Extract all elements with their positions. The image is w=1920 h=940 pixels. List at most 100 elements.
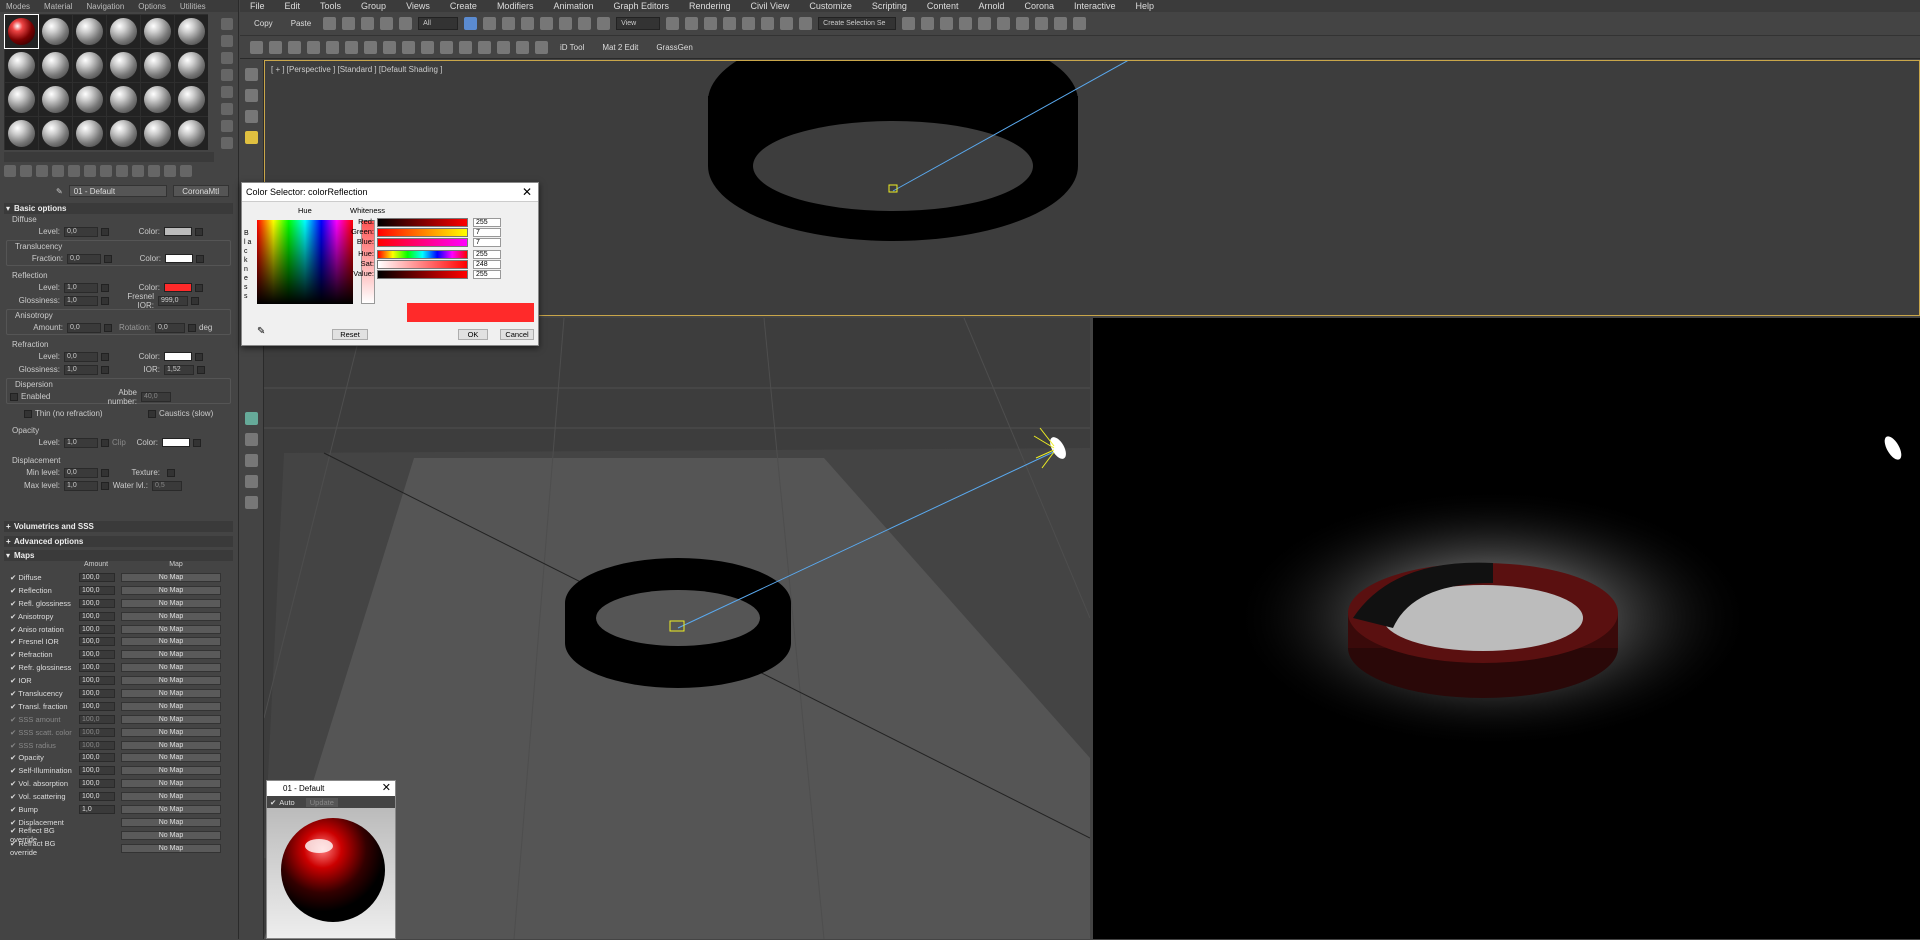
channel-slider[interactable] — [377, 238, 468, 247]
material-slot[interactable] — [175, 83, 208, 116]
paste-button[interactable]: Paste — [285, 19, 317, 28]
map-enabled-check[interactable]: ✔ — [10, 728, 16, 737]
material-slot[interactable] — [73, 49, 106, 82]
material-name-field[interactable]: 01 - Default — [68, 185, 167, 197]
map-enabled-check[interactable]: ✔ — [10, 625, 16, 634]
map-slot-button[interactable]: No Map — [121, 572, 221, 582]
water-level[interactable]: 0,5 — [152, 480, 182, 491]
map-amount[interactable]: 100,0 — [79, 585, 115, 595]
map-enabled-check[interactable]: ✔ — [10, 826, 16, 835]
map-slot-button[interactable]: No Map — [121, 779, 221, 789]
map-enabled-check[interactable]: ✔ — [10, 839, 16, 848]
menu-options[interactable]: Options — [138, 2, 166, 11]
advanced-options-header[interactable]: Advanced options — [4, 536, 233, 547]
map-enabled-check[interactable]: ✔ — [10, 586, 16, 595]
selection-filter-dropdown[interactable]: All — [418, 17, 459, 30]
material-slot[interactable] — [175, 49, 208, 82]
rendered-frame-icon[interactable] — [1054, 17, 1068, 30]
menu-group[interactable]: Group — [361, 1, 386, 11]
close-icon[interactable]: ✕ — [382, 781, 391, 794]
camera-icon[interactable] — [326, 41, 339, 54]
map-enabled-check[interactable]: ✔ — [10, 766, 16, 775]
map-slot-button[interactable]: No Map — [121, 792, 221, 802]
material-slot[interactable] — [73, 15, 106, 48]
map-amount[interactable]: 100,0 — [79, 714, 115, 724]
auto-checkbox[interactable]: ✔ — [270, 798, 276, 807]
channel-value[interactable]: 255 — [473, 250, 501, 259]
window-crossing-icon[interactable] — [521, 17, 535, 30]
put-to-scene-icon[interactable] — [20, 165, 32, 177]
material-slot[interactable] — [107, 83, 140, 116]
preview-icon[interactable] — [221, 103, 233, 115]
opacity-level[interactable]: 1,0 — [64, 437, 98, 448]
uv-tiling-icon[interactable] — [221, 69, 233, 81]
channel-slider[interactable] — [377, 270, 468, 279]
go-to-parent-icon[interactable] — [164, 165, 176, 177]
menu-arnold[interactable]: Arnold — [978, 1, 1004, 11]
dispersion-enabled-checkbox[interactable] — [10, 392, 18, 401]
map-amount[interactable]: 100,0 — [79, 663, 115, 673]
menu-utilities[interactable]: Utilities — [180, 2, 206, 11]
rect-selection-icon[interactable] — [502, 17, 516, 30]
curve-editor-icon[interactable] — [978, 17, 992, 30]
proxy-icon[interactable] — [345, 41, 358, 54]
vt-light-icon[interactable] — [245, 131, 258, 144]
map-amount[interactable]: 100,0 — [79, 624, 115, 634]
background-icon[interactable] — [221, 52, 233, 64]
ok-button[interactable]: OK — [458, 329, 488, 340]
material-slot[interactable] — [107, 15, 140, 48]
move-icon[interactable] — [540, 17, 554, 30]
map-amount[interactable]: 100,0 — [79, 727, 115, 737]
thin-checkbox[interactable] — [24, 409, 32, 418]
map-amount[interactable]: 100,0 — [79, 611, 115, 621]
channel-slider[interactable] — [377, 218, 468, 227]
material-slot[interactable] — [141, 117, 174, 150]
map-slot-button[interactable]: No Map — [121, 843, 221, 853]
map-slot-button[interactable]: No Map — [121, 753, 221, 763]
make-unique-icon[interactable] — [84, 165, 96, 177]
map-amount[interactable]: 100,0 — [79, 676, 115, 686]
map-amount[interactable]: 100,0 — [79, 792, 115, 802]
redo-icon[interactable] — [342, 17, 356, 30]
refraction-ior[interactable]: 1,52 — [164, 364, 194, 375]
menu-file[interactable]: File — [250, 1, 265, 11]
map-slot-button[interactable]: No Map — [121, 598, 221, 608]
translucency-fraction[interactable]: 0,0 — [67, 253, 101, 264]
menu-help[interactable]: Help — [1136, 1, 1155, 11]
map-slot-button[interactable]: No Map — [121, 637, 221, 647]
menu-navigation[interactable]: Navigation — [86, 2, 124, 11]
basic-options-header[interactable]: Basic options — [4, 203, 233, 214]
bind-space-warp-icon[interactable] — [399, 17, 413, 30]
plane-icon[interactable] — [402, 41, 415, 54]
image-icon[interactable] — [269, 41, 282, 54]
menu-edit[interactable]: Edit — [285, 1, 301, 11]
material-editor-icon[interactable] — [1016, 17, 1030, 30]
map-slot-button[interactable]: No Map — [121, 650, 221, 660]
scale-icon[interactable] — [578, 17, 592, 30]
material-slot[interactable] — [39, 83, 72, 116]
show-in-viewport-icon[interactable] — [132, 165, 144, 177]
map-slot-button[interactable]: No Map — [121, 714, 221, 724]
map-amount[interactable]: 100,0 — [79, 637, 115, 647]
eyedropper-icon[interactable]: ✎ — [56, 187, 63, 196]
map-slot-button[interactable]: No Map — [121, 727, 221, 737]
undo-icon[interactable] — [323, 17, 337, 30]
material-slot[interactable] — [107, 49, 140, 82]
map-enabled-check[interactable]: ✔ — [10, 741, 16, 750]
reset-button[interactable]: Reset — [332, 329, 368, 340]
reset-map-icon[interactable] — [52, 165, 64, 177]
menu-rendering[interactable]: Rendering — [689, 1, 731, 11]
menu-civil-view[interactable]: Civil View — [751, 1, 790, 11]
map-enabled-check[interactable]: ✔ — [10, 676, 16, 685]
channel-value[interactable]: 7 — [473, 228, 501, 237]
pivot-center-icon[interactable] — [666, 17, 680, 30]
map-enabled-check[interactable]: ✔ — [10, 637, 16, 646]
menu-material[interactable]: Material — [44, 2, 72, 11]
globe-icon[interactable] — [516, 41, 529, 54]
schematic-view-icon[interactable] — [997, 17, 1011, 30]
map-slot-button[interactable]: No Map — [121, 766, 221, 776]
map-amount[interactable]: 100,0 — [79, 740, 115, 750]
grassgen-button[interactable]: GrassGen — [650, 43, 698, 52]
map-enabled-check[interactable]: ✔ — [10, 779, 16, 788]
lights-icon[interactable] — [307, 41, 320, 54]
